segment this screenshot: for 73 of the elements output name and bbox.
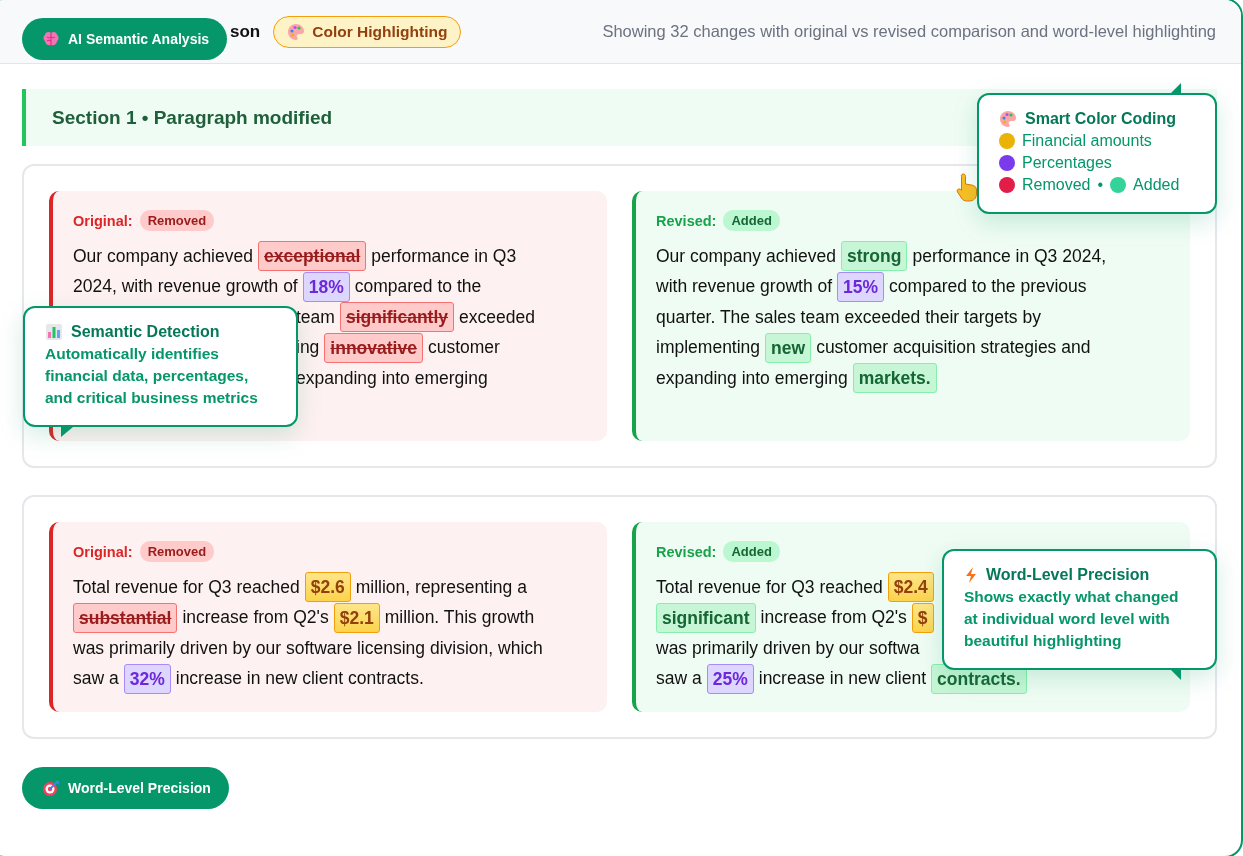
percentage-highlight: 18% — [302, 271, 350, 302]
panel-label: Revised: — [656, 212, 717, 229]
palette-icon — [287, 22, 306, 41]
paragraph-text: million, representing a — [355, 576, 527, 598]
removed-word: significantly — [339, 302, 454, 333]
change-badge: Removed — [139, 541, 215, 562]
paragraph-text: compared to the — [354, 276, 482, 298]
paragraph-text: increase in new client — [758, 668, 927, 690]
callout-text: Automatically identifies financial data, percentages, and critical business metrics — [45, 344, 259, 408]
paragraph-text: increase in new client contracts. — [175, 668, 424, 690]
paragraph-text: expanding into emerging — [656, 367, 848, 389]
summary-text: Showing 32 changes with original vs revised comparison and word-level highlighting — [602, 22, 1216, 41]
removed-word: innovative — [324, 332, 423, 363]
legend-label: Percentages — [1022, 153, 1112, 173]
paragraph-text: million. This growth — [384, 607, 535, 629]
color-highlighting-tag: Color Highlighting — [273, 15, 462, 48]
paragraph-text: quarter. The sales team exceeded their targets by — [656, 306, 1041, 328]
paragraph-text: performance in Q3 2024, — [912, 245, 1106, 267]
paragraph-text: Total revenue for Q3 reached — [656, 576, 883, 598]
amount-highlight: $2.6 — [304, 572, 351, 603]
palette-icon — [999, 110, 1017, 128]
amount-highlight: $2.4 — [887, 572, 934, 603]
paragraph-text: compared to the previous — [889, 276, 1087, 298]
paragraph-text: expanding into emerging — [296, 367, 488, 389]
paragraph-text: implementing — [656, 337, 761, 359]
percentage-highlight: 15% — [837, 271, 885, 302]
removed-word: exceptional — [257, 241, 367, 272]
percentage-highlight: 32% — [123, 663, 171, 694]
feature-badge: AI Semantic Analysis — [22, 18, 228, 60]
page-title: son — [230, 21, 261, 42]
paragraph-text: increase from Q2's — [182, 607, 329, 629]
pointing-hand-icon — [955, 172, 979, 202]
bar-chart-icon — [45, 323, 63, 341]
callout-title: Smart Color Coding — [1025, 110, 1177, 128]
paragraph-text: customer acquisition strategies and — [816, 337, 1091, 359]
legend-label: Added — [1133, 175, 1180, 195]
paragraph-text: increase from Q2's — [760, 607, 907, 629]
percentage-highlight: 25% — [706, 663, 754, 694]
paragraph-text: Our company achieved — [73, 245, 253, 267]
change-badge: Added — [723, 210, 780, 231]
added-word: strong — [840, 241, 908, 272]
separator-dot: • — [1097, 175, 1104, 195]
paragraph-text: customer — [427, 337, 500, 359]
removed-word: substantial — [73, 602, 178, 633]
amount-highlight: $ — [911, 602, 934, 633]
amount-highlight: $2.1 — [333, 602, 380, 633]
paragraph-text: Total revenue for Q3 reached — [73, 576, 300, 598]
feature-badge: Word-Level Precision — [22, 767, 229, 809]
legend-label: Removed — [1022, 175, 1091, 195]
panel-label: Original: — [73, 543, 133, 560]
paragraph-text: Our company achieved — [656, 245, 836, 267]
callout-title: Word-Level Precision — [986, 566, 1150, 584]
paragraph-text: performance in Q3 — [371, 245, 517, 267]
panel-label: Original: — [73, 212, 133, 229]
target-icon — [42, 779, 60, 797]
change-badge: Added — [723, 541, 780, 562]
paragraph-text: was primarily driven by our softwa — [656, 637, 920, 659]
added-word: markets. — [852, 363, 937, 394]
paragraph-text: team — [296, 306, 335, 328]
callout-text: Shows exactly what changed at individual word level with beautiful highlighting — [964, 587, 1180, 651]
paragraph-text: saw a — [73, 668, 119, 690]
lightning-icon — [964, 566, 978, 584]
callout-title: Semantic Detection — [71, 323, 220, 341]
paragraph-text: saw a — [656, 668, 702, 690]
paragraph-text: 2024, with revenue growth of — [73, 276, 298, 298]
panel-label: Revised: — [656, 543, 717, 560]
paragraph-text: with revenue growth of — [656, 276, 833, 298]
added-word: significant — [656, 602, 756, 633]
paragraph-text: was primarily driven by our software licensing division, which — [73, 637, 543, 659]
change-badge: Removed — [139, 210, 215, 231]
added-word: new — [765, 332, 812, 363]
brain-icon — [42, 31, 60, 47]
paragraph-text: exceeded — [459, 306, 535, 328]
